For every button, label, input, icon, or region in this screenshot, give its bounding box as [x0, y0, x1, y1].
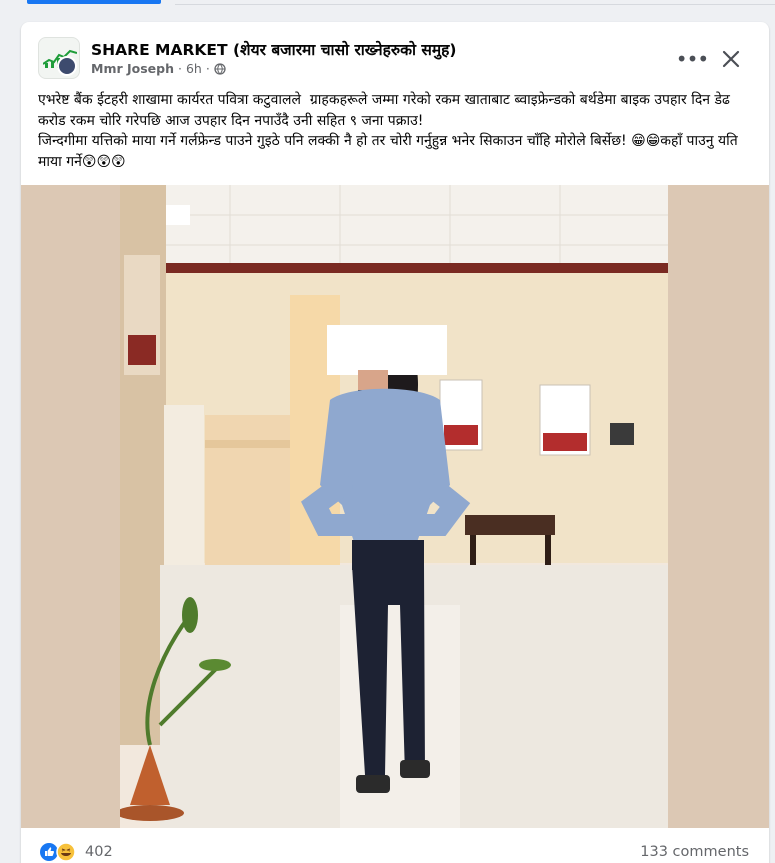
comments-count-link[interactable]: 133 comments: [640, 844, 749, 860]
post-photo[interactable]: [120, 185, 668, 828]
author-avatar[interactable]: [57, 56, 77, 76]
more-options-button[interactable]: •••: [675, 42, 709, 76]
haha-icon: [56, 842, 76, 862]
post-meta: Mmr Joseph · 6h ·: [91, 61, 226, 76]
reaction-count[interactable]: 402: [85, 844, 113, 860]
post-header: SHARE MARKET (शेयर बजारमा चासो राख्नेहरु…: [21, 22, 769, 84]
globe-icon: [214, 62, 226, 75]
meta-separator: ·: [177, 61, 182, 76]
group-avatar[interactable]: [38, 37, 80, 79]
top-tab-strip: [0, 0, 775, 6]
post-body: एभरेष्ट बैंक ईटहरी शाखामा कार्यरत पवित्र…: [38, 90, 758, 172]
meta-separator-2: ·: [205, 61, 210, 76]
post-text-paragraph-1: एभरेष्ट बैंक ईटहरी शाखामा कार्यरत पवित्र…: [38, 92, 735, 129]
close-post-button[interactable]: [714, 42, 748, 76]
author-name-link[interactable]: Mmr Joseph: [91, 61, 174, 76]
reaction-icons[interactable]: [39, 842, 83, 862]
post-card: SHARE MARKET (शेयर बजारमा चासो राख्नेहरु…: [21, 22, 769, 863]
post-time-link[interactable]: 6h: [186, 61, 202, 76]
tab-strip-divider: [175, 4, 775, 5]
more-options-icon: •••: [675, 47, 709, 71]
active-tab-indicator: [27, 0, 161, 4]
group-name-link[interactable]: SHARE MARKET (शेयर बजारमा चासो राख्नेहरु…: [91, 38, 456, 60]
post-photo-container[interactable]: [21, 185, 769, 828]
reactions-bar: 402 133 comments: [21, 834, 769, 863]
close-icon: [722, 50, 740, 68]
post-text-paragraph-2: जिन्दगीमा यत्तिको माया गर्ने गर्लफ्रेन्ड…: [38, 133, 743, 170]
